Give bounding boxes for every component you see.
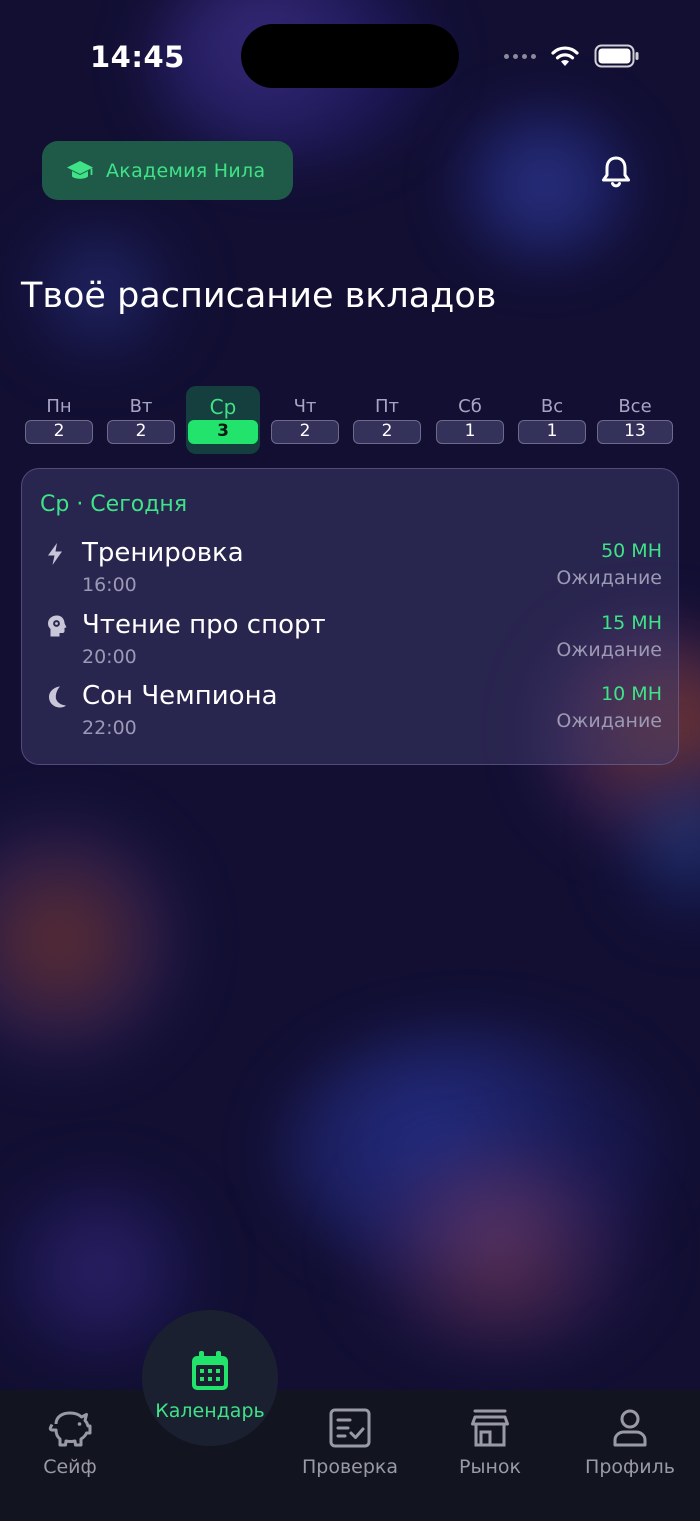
task-status: Ожидание bbox=[556, 710, 662, 732]
notification-bell-icon[interactable] bbox=[598, 154, 634, 190]
day-tab-mon[interactable]: Пн 2 bbox=[22, 386, 96, 454]
nav-label-safe: Сейф bbox=[43, 1456, 97, 1478]
wifi-icon bbox=[551, 46, 579, 66]
calendar-icon bbox=[192, 1351, 228, 1390]
day-count: 2 bbox=[25, 420, 93, 444]
day-tab-thu[interactable]: Чт 2 bbox=[268, 386, 342, 454]
day-tab-sun[interactable]: Вс 1 bbox=[515, 386, 589, 454]
page-title: Твоё расписание вкладов bbox=[21, 276, 497, 316]
task-status: Ожидание bbox=[556, 567, 662, 589]
nav-label-calendar: Календарь bbox=[155, 1400, 265, 1422]
battery-icon bbox=[594, 44, 639, 68]
task-status: Ожидание bbox=[556, 639, 662, 661]
task-name: Тренировка bbox=[82, 538, 244, 568]
task-row[interactable]: Чтение про спорт 20:00 15 МН Ожидание bbox=[22, 610, 680, 674]
nav-label-profile: Профиль bbox=[585, 1456, 675, 1478]
brain-icon bbox=[48, 615, 67, 637]
graduation-cap-icon bbox=[67, 160, 93, 179]
nav-item-profile[interactable]: Профиль bbox=[580, 1408, 680, 1478]
lightning-icon bbox=[48, 543, 62, 565]
nav-label-review: Проверка bbox=[301, 1456, 399, 1478]
user-icon bbox=[613, 1409, 647, 1447]
day-name: Вт bbox=[129, 396, 153, 417]
task-time: 20:00 bbox=[82, 646, 137, 668]
nav-item-safe[interactable]: Сейф bbox=[22, 1408, 118, 1478]
schedule-heading: Ср · Сегодня bbox=[40, 492, 188, 517]
day-tab-sat[interactable]: Сб 1 bbox=[433, 386, 507, 454]
day-name: Пн bbox=[46, 396, 72, 417]
day-count: 2 bbox=[107, 420, 175, 444]
task-reward: 10 МН bbox=[601, 683, 662, 705]
day-tab-tue[interactable]: Вт 2 bbox=[104, 386, 178, 454]
nav-item-calendar[interactable]: Календарь bbox=[140, 1350, 280, 1422]
day-count: 3 bbox=[188, 420, 258, 444]
dynamic-island bbox=[241, 24, 459, 88]
day-count: 1 bbox=[436, 420, 504, 444]
status-icons bbox=[504, 44, 640, 68]
day-tab-fri[interactable]: Пт 2 bbox=[350, 386, 424, 454]
task-name: Сон Чемпиона bbox=[82, 681, 278, 711]
task-name: Чтение про спорт bbox=[82, 610, 326, 640]
academy-badge-button[interactable]: Академия Нила bbox=[42, 141, 293, 200]
day-tab-all[interactable]: Все 13 bbox=[597, 386, 673, 454]
day-name: Чт bbox=[293, 396, 317, 417]
status-time: 14:45 bbox=[90, 40, 185, 74]
day-count: 1 bbox=[518, 420, 586, 444]
day-count: 2 bbox=[271, 420, 339, 444]
task-reward: 50 МН bbox=[601, 540, 662, 562]
signal-dots-icon bbox=[504, 53, 536, 59]
day-name: Сб bbox=[458, 396, 482, 417]
day-tab-wed[interactable]: Ср 3 bbox=[186, 386, 260, 454]
weekday-selector: Пн 2 Вт 2 Ср 3 Чт 2 Пт 2 Сб 1 Вс 1 Все 1 bbox=[0, 386, 700, 456]
day-count: 2 bbox=[353, 420, 421, 444]
day-name: Ср bbox=[209, 395, 237, 419]
nav-label-market: Рынок bbox=[459, 1456, 521, 1478]
task-row[interactable]: Сон Чемпиона 22:00 10 МН Ожидание bbox=[22, 681, 680, 745]
academy-label: Академия Нила bbox=[106, 159, 266, 182]
task-time: 22:00 bbox=[82, 717, 137, 739]
checklist-icon bbox=[329, 1408, 371, 1448]
day-count: 13 bbox=[597, 420, 673, 444]
moon-icon bbox=[49, 686, 66, 708]
store-icon bbox=[471, 1409, 509, 1447]
day-name: Пт bbox=[374, 396, 400, 417]
nav-item-market[interactable]: Рынок bbox=[440, 1408, 540, 1478]
task-row[interactable]: Тренировка 16:00 50 МН Ожидание bbox=[22, 538, 680, 602]
day-name: Вс bbox=[540, 396, 564, 417]
task-time: 16:00 bbox=[82, 574, 137, 596]
piggy-bank-icon bbox=[48, 1411, 92, 1447]
task-reward: 15 МН bbox=[601, 612, 662, 634]
schedule-card: Ср · Сегодня Тренировка 16:00 50 МН Ожид… bbox=[21, 468, 679, 765]
nav-item-review[interactable]: Проверка bbox=[292, 1408, 408, 1478]
day-name: Все bbox=[618, 396, 652, 417]
